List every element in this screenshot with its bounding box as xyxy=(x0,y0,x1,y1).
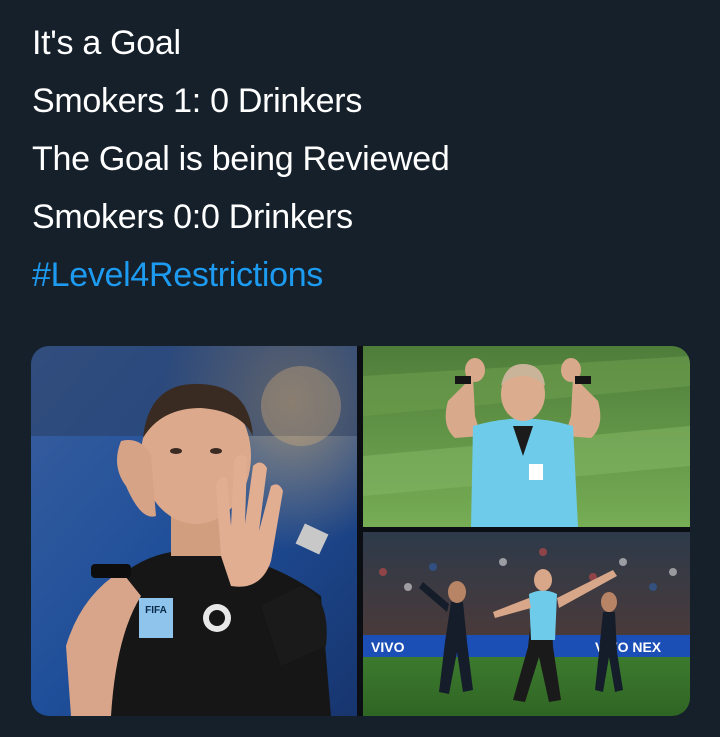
photo-referee-var-signal[interactable]: VIVO VIVO NEX xyxy=(363,532,690,716)
tweet-line-2: Smokers 1: 0 Drinkers xyxy=(32,82,363,120)
photo-referee-blue-var[interactable] xyxy=(363,346,690,527)
hashtag-link[interactable]: #Level4Restrictions xyxy=(32,246,712,304)
fifa-badge-text: FIFA xyxy=(145,605,167,616)
tweet-line-3: The Goal is being Reviewed xyxy=(32,140,450,178)
media-grid: FIFA VIVO VIVO NEX xyxy=(31,346,690,716)
photo-referee-black[interactable]: FIFA xyxy=(31,346,357,716)
tweet-line-4: Smokers 0:0 Drinkers xyxy=(32,198,353,236)
referee-blue-illustration xyxy=(363,346,690,527)
adboard-left-text: VIVO xyxy=(371,639,405,655)
tweet-line-1: It's a Goal xyxy=(32,24,181,62)
var-signal-illustration: VIVO VIVO NEX xyxy=(363,532,690,716)
referee-black-illustration: FIFA xyxy=(31,346,357,716)
tweet-text: It's a Goal Smokers 1: 0 Drinkers The Go… xyxy=(32,14,712,304)
